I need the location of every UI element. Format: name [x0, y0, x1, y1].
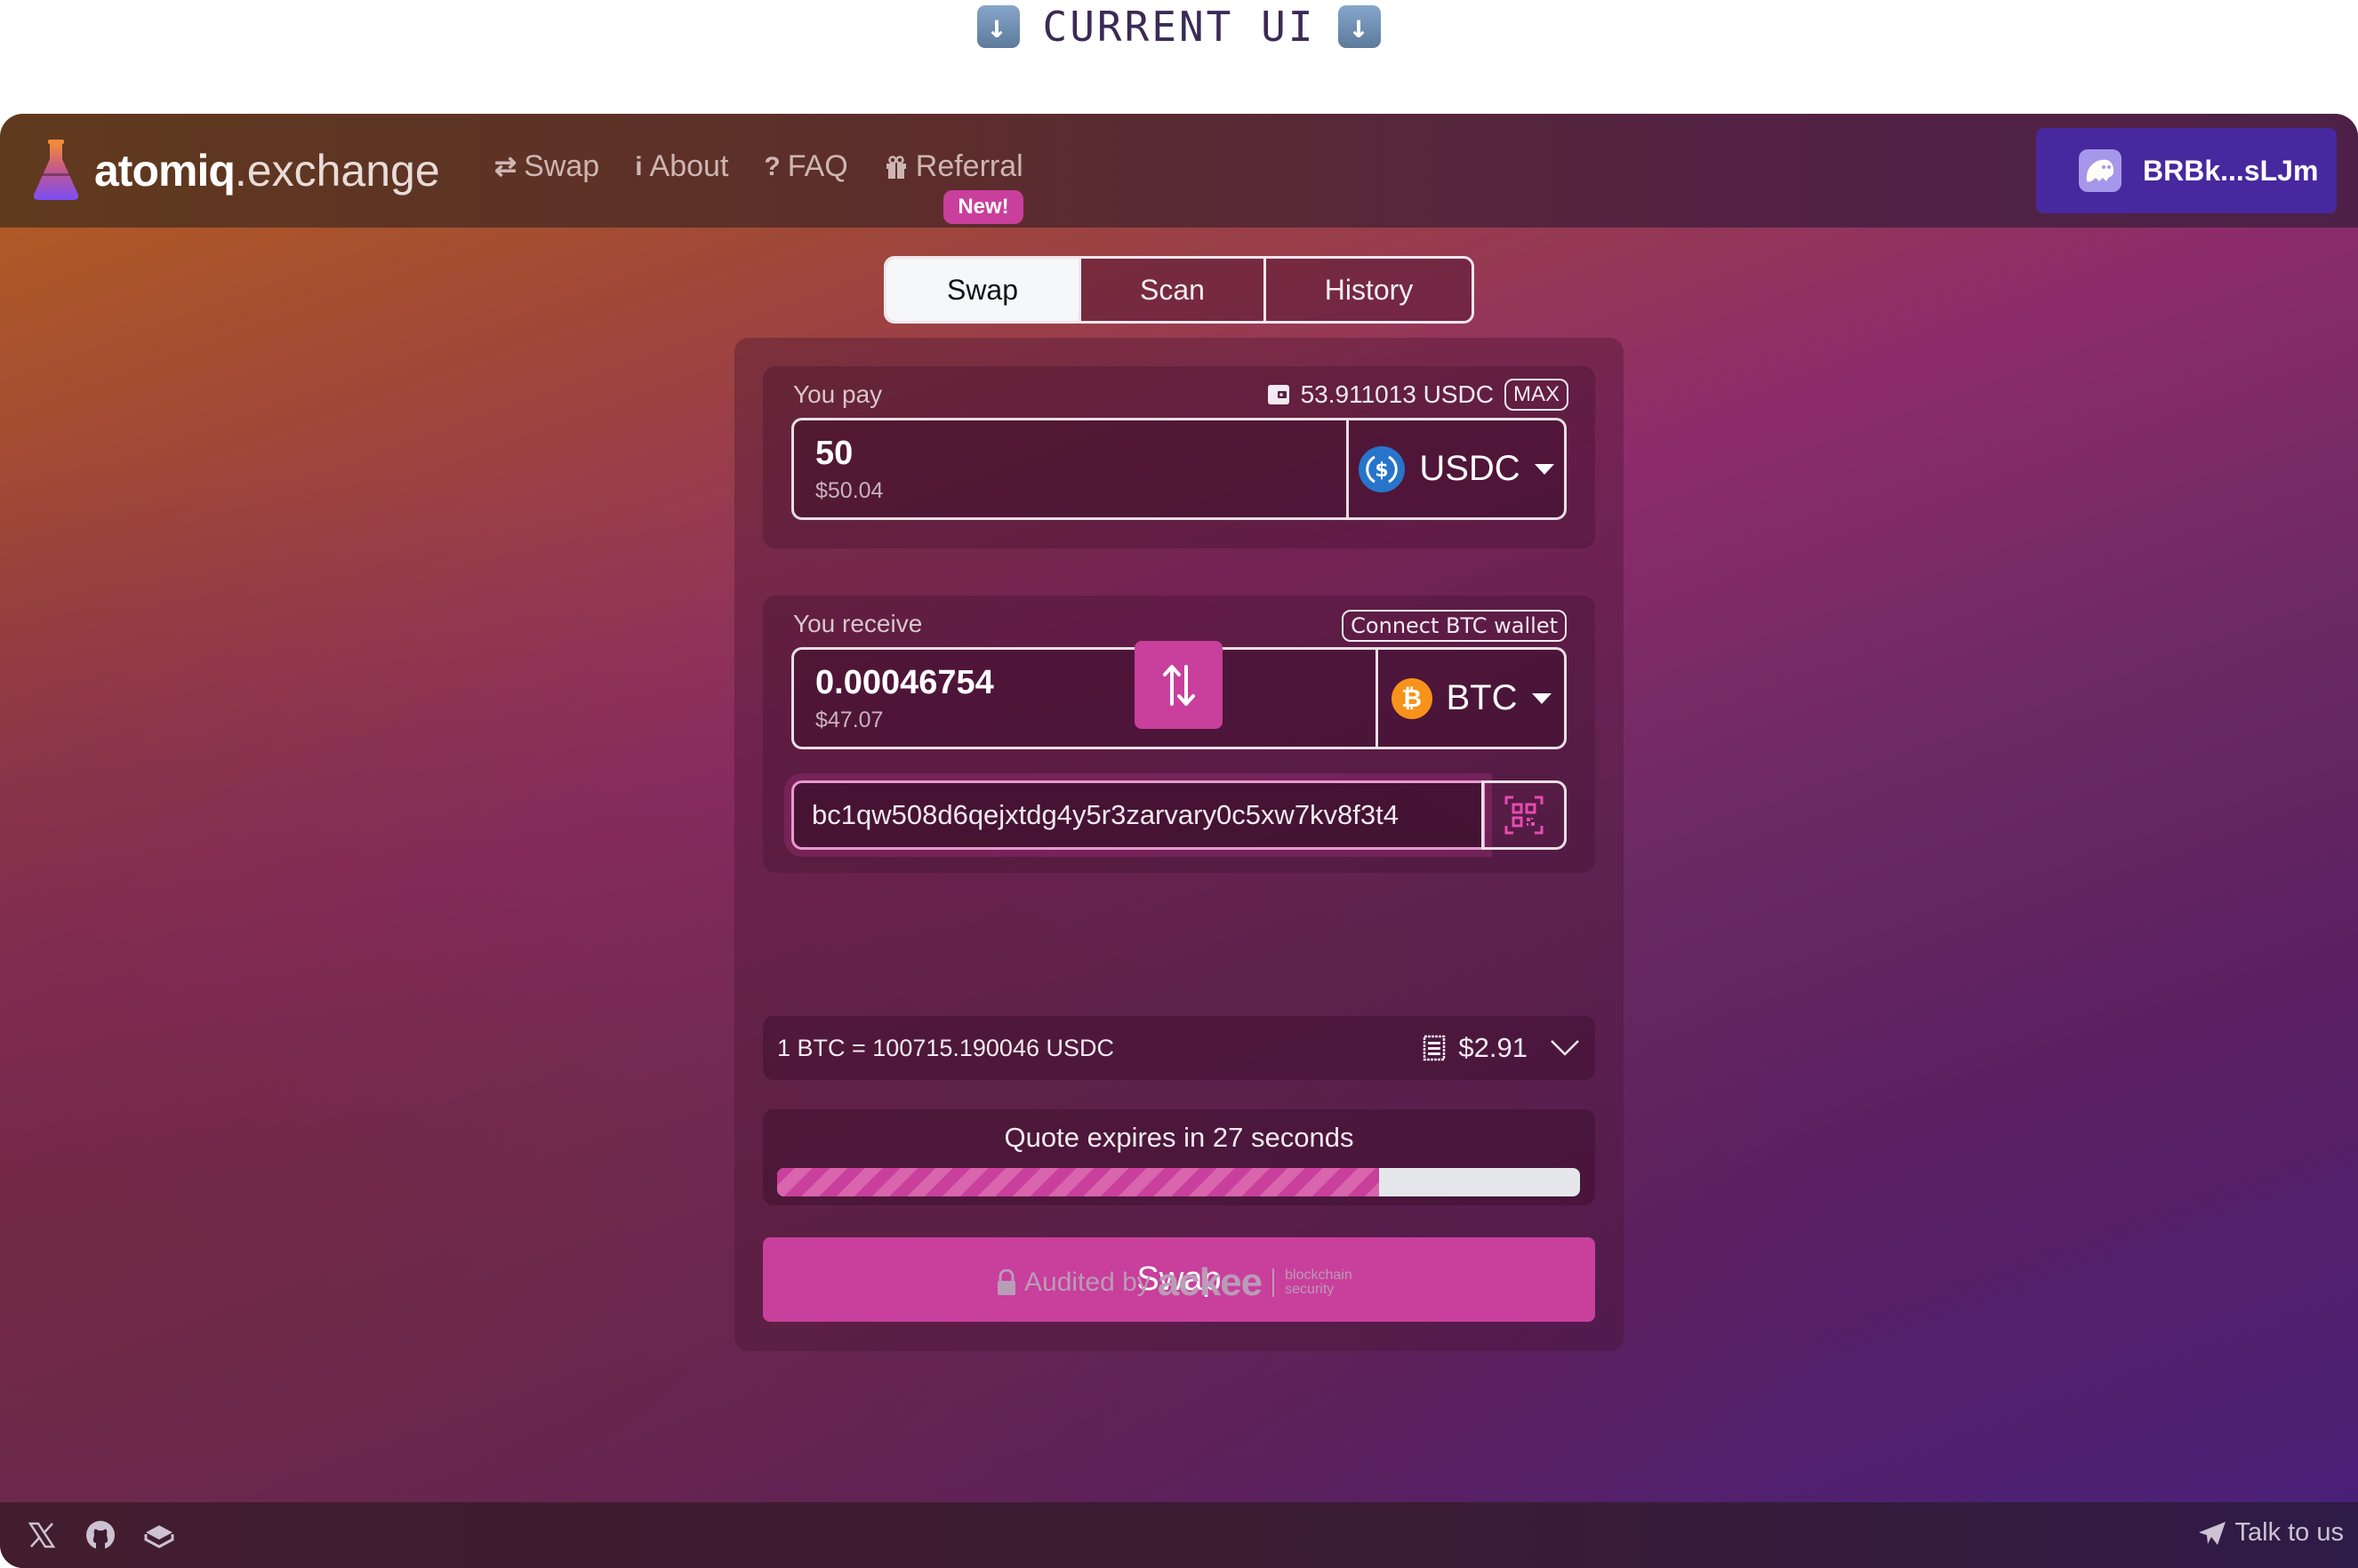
- flask-logo-icon: [33, 140, 79, 200]
- brand-name: atomiq: [94, 146, 236, 196]
- fee-value: $2.91: [1458, 1032, 1528, 1063]
- github-icon[interactable]: [85, 1520, 116, 1550]
- swap-card: You pay 53.911013 USDC MAX $50.04: [734, 338, 1624, 1351]
- quote-progress-bar: [777, 1168, 1580, 1196]
- ackee-sub-1: blockchain: [1285, 1268, 1352, 1283]
- chevron-down-icon: [1534, 463, 1554, 475]
- pay-panel: You pay 53.911013 USDC MAX $50.04: [763, 366, 1595, 548]
- rate-details-toggle[interactable]: 1 BTC = 100715.190046 USDC $2.91: [763, 1016, 1595, 1080]
- fee-summary: $2.91: [1423, 1032, 1581, 1064]
- quote-expiry-panel: Quote expires in 27 seconds: [763, 1109, 1595, 1205]
- social-links: [27, 1520, 174, 1550]
- tab-history[interactable]: History: [1263, 259, 1472, 321]
- app-window: atomiq .exchange ⇄ Swap i About ? FAQ Re…: [0, 114, 2358, 1568]
- receive-amount: 0.00046754: [815, 663, 994, 701]
- footer: Talk to us: [0, 1502, 2358, 1568]
- receive-token-name: BTC: [1446, 678, 1518, 717]
- wallet-icon: [1267, 385, 1289, 404]
- exchange-rate: 1 BTC = 100715.190046 USDC: [777, 1034, 1114, 1061]
- ackee-sub-2: security: [1285, 1282, 1335, 1297]
- quote-expiry-text: Quote expires in 27 seconds: [1004, 1122, 1354, 1153]
- phantom-wallet-icon: [2079, 149, 2121, 192]
- wallet-address: BRBk...sLJm: [2143, 154, 2319, 187]
- current-ui-banner: ↓ CURRENT UI ↓: [0, 0, 2358, 53]
- gift-icon: [886, 155, 906, 179]
- scan-qr-button[interactable]: [1481, 780, 1567, 850]
- new-badge: New!: [943, 190, 1023, 224]
- nav-referral[interactable]: Referral: [884, 149, 1023, 184]
- swap-arrows-icon: ⇄: [494, 152, 517, 181]
- btc-address-input[interactable]: [791, 780, 1485, 850]
- brand-domain: .exchange: [234, 146, 440, 196]
- banner-text: CURRENT UI: [1042, 3, 1316, 51]
- talk-to-us-link[interactable]: Talk to us: [2198, 1518, 2345, 1548]
- wallet-button[interactable]: BRBk...sLJm: [2036, 128, 2337, 213]
- btc-address-field: [791, 780, 1567, 850]
- question-icon: ?: [764, 151, 781, 181]
- nav-swap-label: Swap: [524, 149, 600, 183]
- audited-by-text: Audited by: [1024, 1268, 1151, 1297]
- pay-token-name: USDC: [1419, 449, 1520, 488]
- telegram-icon: [2198, 1521, 2226, 1545]
- swap-direction-button[interactable]: [1135, 641, 1223, 729]
- balance-value: 53.911013 USDC: [1300, 380, 1494, 408]
- pay-label: You pay: [793, 380, 883, 408]
- nav-faq-label: FAQ: [787, 149, 848, 183]
- lock-icon: [998, 1269, 1015, 1295]
- main-nav: ⇄ Swap i About ? FAQ Referral: [494, 149, 1023, 184]
- pay-balance: 53.911013 USDC MAX: [1267, 379, 1568, 411]
- receive-panel: You receive Connect BTC wallet 0.0004675…: [763, 596, 1595, 873]
- chevron-down-icon: [1531, 692, 1552, 704]
- svg-text:$: $: [1376, 460, 1389, 482]
- pay-token-selector[interactable]: $ USDC: [1346, 420, 1564, 517]
- usdc-icon: $: [1359, 445, 1406, 492]
- receive-token-selector[interactable]: ₿ BTC: [1376, 650, 1564, 747]
- logo[interactable]: atomiq .exchange: [32, 137, 440, 204]
- down-arrow-icon: ↓: [976, 5, 1020, 48]
- gitbook-icon[interactable]: [144, 1520, 174, 1550]
- pay-amount-box: $50.04 $ USDC: [791, 418, 1567, 520]
- talk-to-us-label: Talk to us: [2234, 1518, 2345, 1547]
- x-icon[interactable]: [27, 1520, 57, 1550]
- tab-swap[interactable]: Swap: [886, 259, 1079, 321]
- down-arrow-icon: ↓: [1338, 5, 1382, 48]
- ackee-logo: ackee: [1157, 1260, 1263, 1304]
- receive-label: You receive: [793, 610, 923, 637]
- receipt-icon: [1424, 1035, 1446, 1061]
- nav-faq[interactable]: ? FAQ: [764, 149, 847, 184]
- swap-vertical-icon: [1162, 664, 1195, 706]
- max-button[interactable]: MAX: [1504, 379, 1568, 411]
- mode-tabs: Swap Scan History: [884, 256, 1474, 324]
- nav-about[interactable]: i About: [635, 149, 728, 184]
- tab-scan[interactable]: Scan: [1079, 259, 1263, 321]
- qr-code-icon: [1504, 796, 1544, 835]
- pay-usd-value: $50.04: [815, 477, 884, 503]
- audit-badge[interactable]: Audited by ackee blockchain security: [996, 1260, 1352, 1305]
- receive-usd-value: $47.07: [815, 707, 884, 732]
- btc-icon: ₿: [1391, 677, 1432, 719]
- divider: [1272, 1268, 1275, 1297]
- nav-referral-label: Referral: [915, 149, 1023, 183]
- connect-btc-wallet-button[interactable]: Connect BTC wallet: [1342, 610, 1567, 642]
- nav-swap[interactable]: ⇄ Swap: [494, 149, 599, 184]
- info-icon: i: [635, 151, 643, 181]
- pay-amount-input[interactable]: [815, 434, 1325, 473]
- top-nav-bar: atomiq .exchange ⇄ Swap i About ? FAQ Re…: [0, 114, 2358, 228]
- quote-progress-fill: [777, 1168, 1380, 1196]
- chevron-down-icon: [1551, 1040, 1579, 1056]
- nav-about-label: About: [649, 149, 729, 183]
